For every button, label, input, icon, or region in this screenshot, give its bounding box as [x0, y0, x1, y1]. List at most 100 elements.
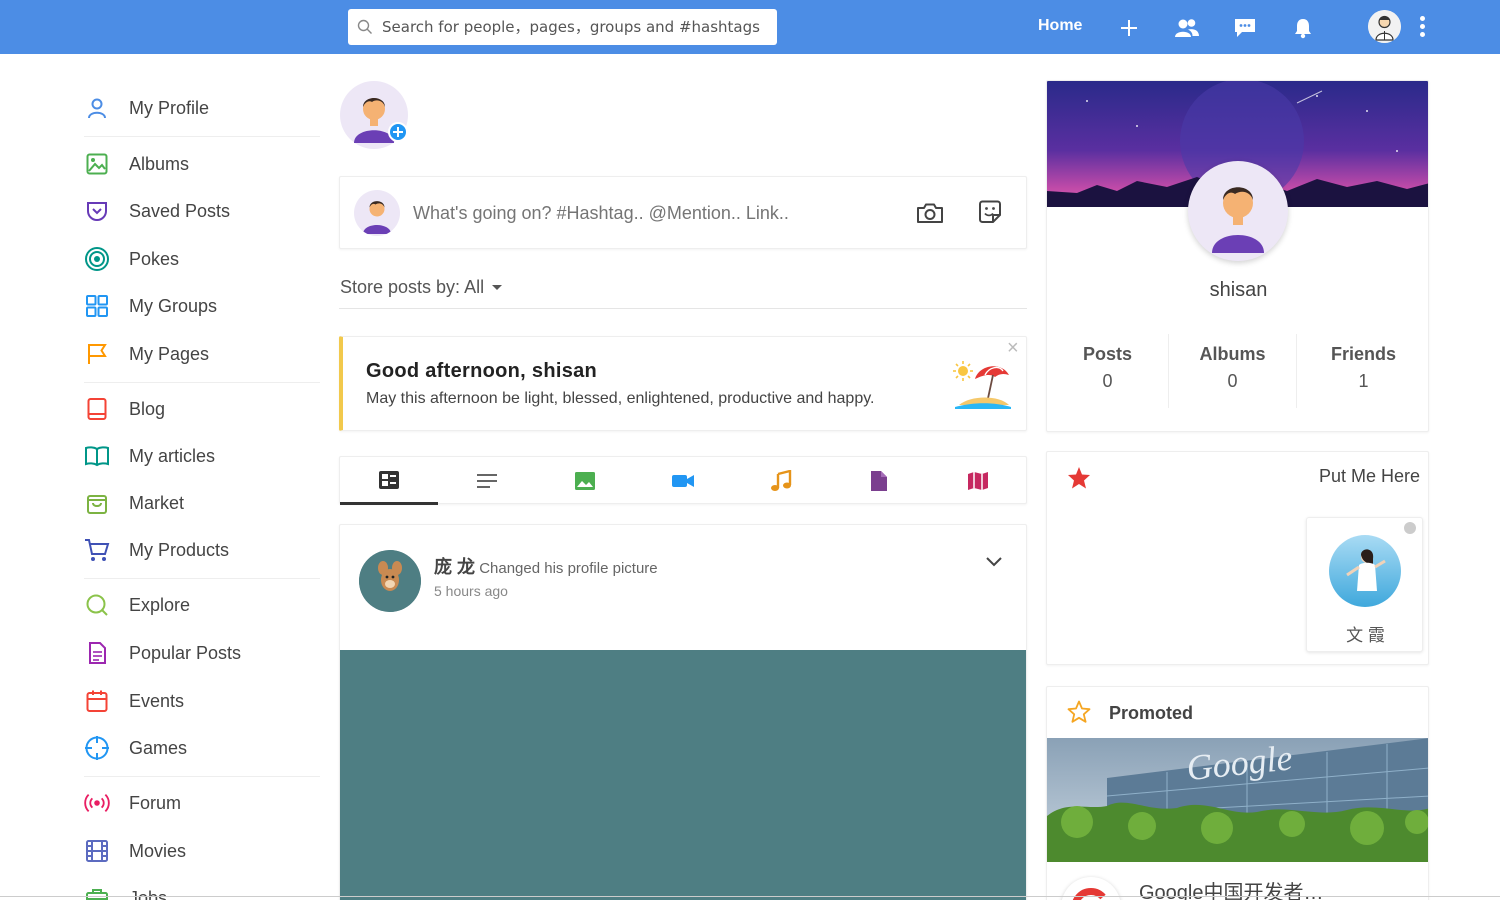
video-icon	[672, 475, 694, 487]
tab-all[interactable]	[340, 457, 438, 505]
greeting-message: May this afternoon be light, blessed, en…	[366, 390, 875, 407]
posts-filter-dropdown[interactable]: Store posts by: All	[340, 277, 503, 298]
friends-icon[interactable]	[1173, 14, 1201, 42]
sidebar-item-label: Albums	[129, 153, 190, 174]
post-timestamp[interactable]: 5 hours ago	[434, 583, 508, 599]
sidebar-item-events[interactable]: Events	[84, 686, 184, 716]
sidebar-item-blog[interactable]: Blog	[84, 394, 165, 424]
tab-maps[interactable]	[928, 457, 1028, 505]
photo-icon	[575, 472, 595, 490]
book-icon	[84, 396, 110, 422]
sidebar-item-label: My Groups	[129, 295, 218, 316]
post-image[interactable]	[340, 650, 1026, 900]
sidebar-item-forum[interactable]: Forum	[84, 788, 181, 818]
sidebar-item-jobs[interactable]: Jobs	[84, 883, 167, 900]
sidebar-item-label: Forum	[129, 792, 182, 813]
sidebar-item-popular-posts[interactable]: Popular Posts	[84, 638, 241, 668]
post-card: 庞 龙 Changed his profile picture 5 hours …	[339, 524, 1027, 900]
greeting-title: Good afternoon, shisan	[366, 360, 598, 382]
sidebar-item-my-profile[interactable]: My Profile	[84, 93, 209, 123]
close-icon[interactable]: ×	[1007, 337, 1019, 359]
tab-files[interactable]	[830, 457, 928, 505]
briefcase-icon	[84, 885, 110, 900]
beach-umbrella-icon	[953, 357, 1013, 416]
stat-label: Albums	[1199, 344, 1266, 364]
post-author-name[interactable]: 庞 龙	[434, 557, 475, 577]
news-feed-icon	[379, 470, 399, 489]
camera-icon[interactable]	[916, 201, 944, 230]
profile-stat-posts[interactable]: Posts 0	[1047, 334, 1169, 408]
post-action: Changed his profile picture	[479, 560, 658, 577]
cart-icon	[84, 537, 110, 563]
bookmark-icon	[84, 198, 110, 224]
stat-value: 0	[1102, 371, 1113, 391]
home-link[interactable]: Home	[1038, 17, 1082, 35]
plus-icon[interactable]	[1115, 14, 1143, 42]
sidebar-item-label: Events	[129, 690, 185, 711]
sidebar-item-pokes[interactable]: Pokes	[84, 244, 179, 274]
sidebar-item-market[interactable]: Market	[84, 488, 184, 518]
put-me-here-card: Put Me Here 文 霞	[1046, 451, 1429, 665]
more-menu-icon[interactable]	[1414, 14, 1430, 42]
chevron-down-icon[interactable]	[985, 555, 1003, 573]
sidebar-item-saved-posts[interactable]: Saved Posts	[84, 196, 230, 226]
sidebar-item-albums[interactable]: Albums	[84, 149, 189, 179]
messages-icon[interactable]	[1231, 14, 1259, 42]
bag-icon	[84, 490, 110, 516]
sidebar-item-my-articles[interactable]: My articles	[84, 441, 215, 471]
sidebar-item-my-pages[interactable]: My Pages	[84, 339, 209, 369]
post-author-avatar[interactable]	[359, 550, 421, 612]
post-type-tabs	[339, 456, 1028, 505]
music-icon	[771, 470, 792, 491]
bell-icon[interactable]	[1289, 14, 1317, 42]
greeting-card: Good afternoon, shisan May this afternoo…	[339, 336, 1027, 431]
tab-text[interactable]	[438, 457, 536, 505]
text-lines-icon	[477, 474, 497, 488]
stat-value: 1	[1358, 371, 1369, 391]
search-box[interactable]	[348, 9, 777, 45]
suggested-user-card[interactable]: 文 霞	[1306, 517, 1423, 652]
promoted-image[interactable]: Google	[1047, 738, 1428, 862]
sidebar-item-label: My articles	[129, 445, 216, 466]
stat-label: Friends	[1330, 344, 1396, 364]
document-icon	[84, 640, 110, 666]
composer-avatar	[354, 190, 400, 236]
profile-stat-friends[interactable]: Friends 1	[1297, 334, 1428, 408]
sidebar-item-explore[interactable]: Explore	[84, 590, 190, 620]
user-avatar[interactable]	[1368, 10, 1401, 43]
flag-icon	[84, 341, 110, 367]
tab-photos[interactable]	[536, 457, 634, 505]
sidebar-item-label: Explore	[129, 594, 191, 615]
target-icon	[84, 246, 110, 272]
tab-videos[interactable]	[634, 457, 732, 505]
search-input[interactable]	[382, 9, 772, 45]
search-icon	[357, 19, 372, 34]
sidebar-item-label: Popular Posts	[129, 642, 242, 663]
sidebar-item-label: Saved Posts	[129, 200, 231, 221]
broadcast-icon	[84, 790, 110, 816]
sidebar-item-games[interactable]: Games	[84, 733, 187, 763]
add-circle-icon[interactable]	[388, 122, 408, 142]
profile-name[interactable]: shisan	[1047, 279, 1428, 302]
sidebar-item-my-products[interactable]: My Products	[84, 535, 229, 565]
composer-input[interactable]	[413, 197, 893, 229]
sidebar-item-label: My Products	[129, 539, 230, 560]
feeling-icon[interactable]	[977, 199, 1003, 230]
user-icon	[84, 95, 110, 121]
promoted-card: Promoted Google Google中国开发者…	[1046, 686, 1429, 900]
sidebar-item-movies[interactable]: Movies	[84, 836, 186, 866]
sidebar-item-my-groups[interactable]: My Groups	[84, 291, 217, 321]
profile-avatar[interactable]	[1188, 161, 1288, 261]
sidebar-item-label: Blog	[129, 398, 166, 419]
star-outline-icon	[1067, 700, 1091, 728]
profile-stat-albums[interactable]: Albums 0	[1169, 334, 1297, 408]
promoted-title: Promoted	[1109, 703, 1194, 723]
stat-value: 0	[1227, 371, 1238, 391]
sidebar-item-label: Movies	[129, 840, 187, 861]
tab-music[interactable]	[732, 457, 830, 505]
filter-label: Store posts by: All	[340, 277, 485, 297]
bottom-edge-line	[0, 896, 1500, 897]
calendar-icon	[84, 688, 110, 714]
story-add-avatar[interactable]	[340, 81, 408, 149]
sidebar-item-label: Jobs	[129, 887, 168, 900]
